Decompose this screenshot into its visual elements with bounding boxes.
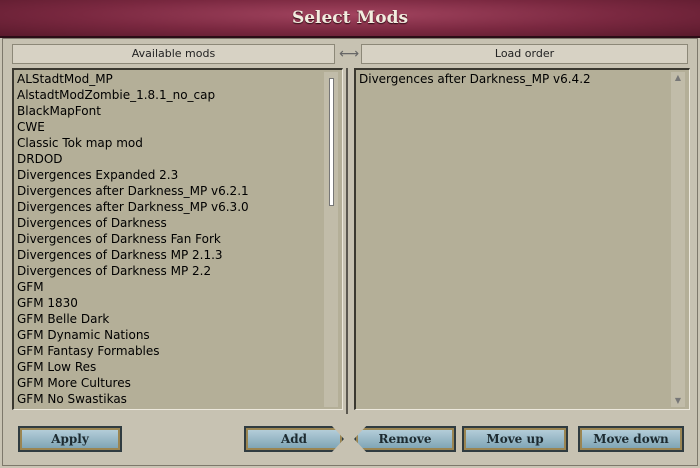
load-order-items: Divergences after Darkness_MP v6.4.2 <box>358 71 669 87</box>
list-divider <box>346 68 348 414</box>
dialog-title: Select Mods <box>291 8 409 28</box>
list-item[interactable]: GFM Belle Dark <box>16 311 322 327</box>
scrollbar-thumb[interactable] <box>329 78 334 206</box>
apply-button[interactable]: Apply <box>18 426 122 452</box>
list-item[interactable]: CWE <box>16 119 322 135</box>
list-item[interactable]: Divergences of Darkness MP 2.2 <box>16 263 322 279</box>
list-item[interactable]: GFM No Swastikas <box>16 391 322 407</box>
available-mods-scrollbar[interactable] <box>324 72 338 407</box>
select-mods-dialog: Select Mods Available mods ⟷ Load order … <box>0 0 700 468</box>
load-order-scrollbar[interactable]: ▲ ▼ <box>671 72 685 407</box>
list-item[interactable]: Classic Tok map mod <box>16 135 322 151</box>
title-bar: Select Mods <box>0 0 700 38</box>
list-item[interactable]: GFM Low Res <box>16 359 322 375</box>
move-down-button[interactable]: Move down <box>578 426 684 452</box>
move-up-button[interactable]: Move up <box>462 426 568 452</box>
load-order-header: Load order <box>361 44 688 64</box>
scroll-down-icon[interactable]: ▼ <box>671 395 685 407</box>
list-item[interactable]: Divergences of Darkness <box>16 215 322 231</box>
list-item[interactable]: GFM <box>16 279 322 295</box>
list-item[interactable]: ALStadtMod_MP <box>16 71 322 87</box>
available-mods-list[interactable]: ALStadtMod_MP AlstadtModZombie_1.8.1_no_c… <box>12 68 343 410</box>
list-item[interactable]: Divergences after Darkness_MP v6.4.2 <box>358 71 669 87</box>
swap-arrow-icon: ⟷ <box>338 46 360 62</box>
list-item[interactable]: BlackMapFont <box>16 103 322 119</box>
load-order-list[interactable]: Divergences after Darkness_MP v6.4.2 ▲ ▼ <box>354 68 690 410</box>
list-item[interactable]: GFM Dynamic Nations <box>16 327 322 343</box>
remove-button[interactable]: Remove <box>354 426 456 452</box>
list-item[interactable]: Divergences after Darkness_MP v6.3.0 <box>16 199 322 215</box>
list-item[interactable]: AlstadtModZombie_1.8.1_no_cap <box>16 87 322 103</box>
add-button[interactable]: Add <box>244 426 344 452</box>
list-item[interactable]: Divergences of Darkness MP 2.1.3 <box>16 247 322 263</box>
list-item[interactable]: GFM More Cultures <box>16 375 322 391</box>
available-mods-header: Available mods <box>12 44 335 64</box>
list-item[interactable]: GFM 1830 <box>16 295 322 311</box>
list-item[interactable]: Divergences after Darkness_MP v6.2.1 <box>16 183 322 199</box>
available-mods-items: ALStadtMod_MP AlstadtModZombie_1.8.1_no_c… <box>16 71 322 407</box>
list-item[interactable]: GFM Fantasy Formables <box>16 343 322 359</box>
list-item[interactable]: Divergences of Darkness Fan Fork <box>16 231 322 247</box>
list-item[interactable]: DRDOD <box>16 151 322 167</box>
list-item[interactable]: Divergences Expanded 2.3 <box>16 167 322 183</box>
scroll-up-icon[interactable]: ▲ <box>671 72 685 84</box>
